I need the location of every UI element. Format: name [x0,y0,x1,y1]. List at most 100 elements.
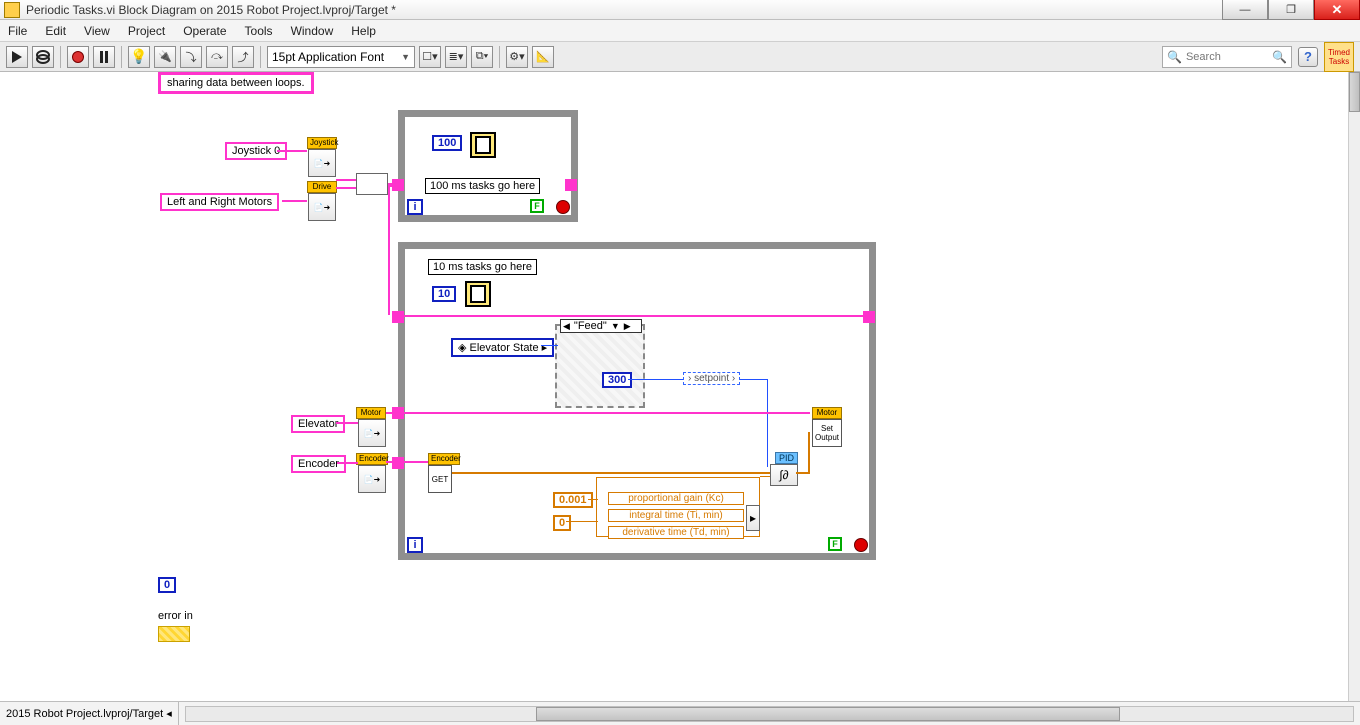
note-sharing-data[interactable]: sharing data between loops. [158,72,314,94]
block-diagram-canvas[interactable]: sharing data between loops. Joystick 0 J… [0,72,1348,701]
menu-help[interactable]: Help [351,24,376,38]
loop2-wait-icon[interactable] [465,281,491,307]
loop2-tunnel-share[interactable] [392,311,404,323]
motor-subvi-icon[interactable]: 📄➜ [358,419,386,447]
loop1-right-tunnel[interactable] [565,179,577,191]
wire [277,150,307,152]
case-selector[interactable]: ◀ "Feed" ▼ ▶ [560,319,642,333]
search-input[interactable]: 🔍 Search 🔍 [1162,46,1292,68]
menu-file[interactable]: File [8,24,27,38]
scroll-thumb[interactable] [536,707,1120,721]
elevator-state-ref[interactable]: ◈ Elevator State ▸ [451,338,554,357]
loop2-stop-terminal[interactable] [854,538,868,552]
font-selector[interactable]: 15pt Application Font ▼ [267,46,415,68]
pause-button[interactable] [93,46,115,68]
run-continuously-button[interactable] [32,46,54,68]
horizontal-scrollbar[interactable] [185,706,1354,722]
window-maximize-button[interactable]: ❐ [1268,0,1314,20]
wire [808,432,810,474]
wire [566,521,598,522]
setpoint-constant[interactable]: 300 [602,372,632,388]
run-button[interactable] [6,46,28,68]
wire [282,200,307,202]
wire [386,461,428,463]
joystick-tag: Joystick [307,137,337,149]
zero-constant[interactable]: 0 [158,577,176,593]
abort-button[interactable] [67,46,89,68]
labview-icon [4,2,20,18]
gain-0-constant[interactable]: 0 [553,515,571,531]
font-selector-text: 15pt Application Font [272,50,384,64]
loop1-stop-terminal[interactable] [556,200,570,214]
scroll-thumb[interactable] [1349,72,1360,112]
align-objects-button[interactable]: ☐▾ [419,46,441,68]
pid-tag: PID [775,452,798,464]
case-right-arrow-icon[interactable]: ▶ [624,321,631,332]
menu-bar: File Edit View Project Operate Tools Win… [0,20,1360,42]
encoder-ref[interactable]: Encoder [291,455,346,473]
menu-project[interactable]: Project [128,24,165,38]
wire [760,476,770,477]
loop1-iteration-terminal[interactable]: i [407,199,423,215]
tool-bar: 💡 🔌 ⤵ ⤼ ⤴ 15pt Application Font ▼ ☐▾ ≣▾ … [0,42,1360,72]
loop2-condition-false[interactable]: F [828,537,842,551]
joystick-subvi-icon[interactable]: 📄➜ [308,149,336,177]
error-in-cluster[interactable] [158,626,190,642]
step-out-button[interactable]: ⤴ [232,46,254,68]
case-structure[interactable] [555,324,645,408]
run-arrow-icon [12,51,22,63]
drive-motors-ref[interactable]: Left and Right Motors [160,193,279,211]
stop-icon [72,51,84,63]
vertical-scrollbar[interactable] [1348,72,1360,701]
window-minimize-button[interactable]: — [1222,0,1268,20]
drive-subvi-icon[interactable]: 📄➜ [308,193,336,221]
diagram-tools-button[interactable]: 📐 [532,46,554,68]
loop1-condition-false[interactable]: F [530,199,544,213]
search-go-icon: 🔍 [1272,50,1287,64]
loop1-left-tunnel[interactable] [392,179,404,191]
toolbar-separator [499,46,500,68]
bundle-node[interactable] [356,173,388,195]
reorder-button[interactable]: ⧉▾ [471,46,493,68]
menu-tools[interactable]: Tools [245,24,273,38]
loop2-tunnel-encoder[interactable] [392,457,404,469]
loop1-wait-icon[interactable] [470,132,496,158]
menu-edit[interactable]: Edit [45,24,66,38]
step-into-button[interactable]: ⤵ [180,46,202,68]
menu-operate[interactable]: Operate [183,24,226,38]
retain-wire-values-button[interactable]: 🔌 [154,46,176,68]
vi-icon-timed-tasks[interactable]: Timed Tasks [1324,42,1354,72]
wire [767,379,768,467]
error-in-label: error in [158,610,193,622]
wire [386,412,810,414]
encoder-subvi-icon[interactable]: 📄➜ [358,465,386,493]
motor-set-output-subvi[interactable]: Set Output [812,419,842,447]
bundle-by-name-icon[interactable]: ▸ [746,505,760,531]
loop1-ms-constant[interactable]: 100 [432,135,462,151]
wire [452,472,770,474]
wire [336,179,356,181]
highlight-execution-button[interactable]: 💡 [128,46,150,68]
loop2-ms-constant[interactable]: 10 [432,286,456,302]
menu-window[interactable]: Window [291,24,334,38]
gain-0001-constant[interactable]: 0.001 [553,492,593,508]
status-crumb[interactable]: 2015 Robot Project.lvproj/Target ◂ [0,702,179,725]
step-over-button[interactable]: ⤼ [206,46,228,68]
pid-subvi[interactable]: ∫∂ [770,464,798,486]
window-close-button[interactable]: ✕ [1314,0,1360,20]
menu-view[interactable]: View [84,24,110,38]
encoder-get-subvi[interactable]: GET [428,465,452,493]
case-dropdown-icon[interactable]: ▼ [611,321,620,331]
distribute-objects-button[interactable]: ≣▾ [445,46,467,68]
cleanup-diagram-button[interactable]: ⚙▾ [506,46,528,68]
elevator-ref[interactable]: Elevator [291,415,345,433]
loop2-tunnel-share-r[interactable] [863,311,875,323]
context-help-button[interactable]: ? [1298,47,1318,67]
loop1-task-label[interactable]: 100 ms tasks go here [425,178,540,194]
loop2-task-label[interactable]: 10 ms tasks go here [428,259,537,275]
wire [336,187,356,189]
case-left-arrow-icon[interactable]: ◀ [563,321,570,332]
wire [588,499,598,500]
loop2-iteration-terminal[interactable]: i [407,537,423,553]
while-loop-100ms[interactable] [398,110,578,222]
